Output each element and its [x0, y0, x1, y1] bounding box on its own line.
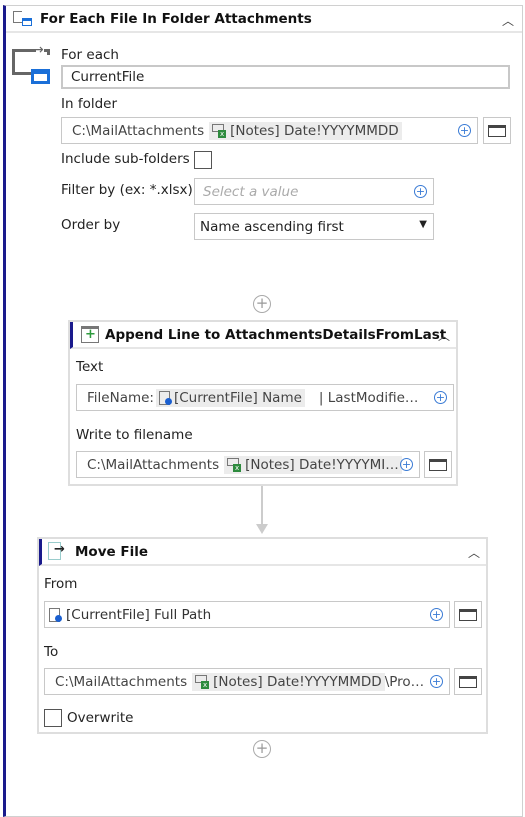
folder-icon [488, 124, 506, 137]
add-variable-icon[interactable]: + [400, 458, 413, 471]
add-action-button[interactable]: + [253, 295, 271, 313]
folder-icon [429, 458, 447, 471]
overwrite-checkbox[interactable] [44, 709, 62, 727]
loop-title: For Each File In Folder Attachments [40, 11, 312, 27]
add-variable-icon[interactable]: + [414, 185, 427, 198]
browse-from-button[interactable] [454, 601, 482, 628]
add-variable-icon[interactable]: + [430, 675, 443, 688]
browse-to-button[interactable] [454, 668, 482, 695]
in-folder-label: In folder [61, 96, 118, 112]
text-label: Text [76, 359, 104, 375]
add-variable-icon[interactable]: + [430, 608, 443, 621]
token-text: [Notes] Date!YYYYMMDD [213, 673, 382, 690]
text-token[interactable]: [CurrentFile] Name [155, 388, 305, 407]
move-file-block: → Move File ︿ From [CurrentFile] Full Pa… [37, 537, 488, 734]
move-title: Move File [75, 544, 148, 560]
from-token[interactable]: [CurrentFile] Full Path [66, 607, 211, 623]
include-subfolders-label: Include sub-folders [61, 151, 190, 167]
connector-line [261, 486, 263, 526]
excel-variable-icon [195, 674, 210, 689]
collapse-chevron-icon[interactable]: ︿ [468, 544, 480, 561]
move-file-icon: → [48, 542, 65, 560]
to-token[interactable]: [Notes] Date!YYYYMMDD [192, 672, 385, 691]
for-each-label: For each [61, 47, 119, 63]
move-header[interactable]: → Move File ︿ [39, 539, 486, 566]
folder-icon [459, 675, 477, 688]
filter-label: Filter by (ex: *.xlsx) [61, 182, 193, 198]
collapse-chevron-icon[interactable]: ︿ [438, 327, 450, 344]
folder-icon [459, 608, 477, 621]
dropdown-arrow-icon: ▼ [419, 219, 427, 230]
overwrite-label: Overwrite [67, 710, 134, 726]
token-text: [CurrentFile] Name [173, 389, 302, 406]
browse-file-button[interactable] [424, 451, 452, 478]
in-folder-prefix: C:\MailAttachments [72, 122, 205, 139]
add-variable-icon[interactable]: + [434, 391, 447, 404]
write-prefix: C:\MailAttachments [87, 456, 220, 473]
token-text: [Notes] Date!YYYYMMDD [230, 122, 399, 139]
filter-input[interactable]: Select a value + [194, 178, 434, 205]
text-prefix: FileName: [87, 389, 154, 406]
excel-variable-icon [227, 457, 242, 472]
to-input[interactable]: C:\MailAttachments [Notes] Date!YYYYMMDD… [44, 668, 450, 695]
excel-variable-icon [212, 123, 227, 138]
to-prefix: C:\MailAttachments [55, 673, 188, 690]
connector-arrow-icon [256, 524, 268, 534]
append-title: Append Line to AttachmentsDetailsFromLas… [105, 327, 447, 343]
from-label: From [44, 576, 78, 592]
append-header[interactable]: + Append Line to AttachmentsDetailsFromL… [70, 322, 456, 349]
text-input[interactable]: FileName: [CurrentFile] Name | LastModif… [76, 384, 454, 411]
to-suffix: \Pro… [384, 673, 425, 690]
append-line-icon: + [81, 326, 99, 343]
in-folder-token[interactable]: [Notes] Date!YYYYMMDD [209, 121, 402, 140]
from-input[interactable]: [CurrentFile] Full Path + [44, 601, 450, 628]
add-action-button[interactable]: + [253, 740, 271, 758]
add-variable-icon[interactable]: + [458, 124, 471, 137]
loop-header[interactable]: For Each File In Folder Attachments ︿ [6, 6, 522, 33]
append-line-block: + Append Line to AttachmentsDetailsFromL… [68, 320, 458, 486]
order-by-select[interactable]: Name ascending first ▼ [194, 213, 434, 240]
filter-placeholder: Select a value [203, 183, 299, 200]
token-text: [Notes] Date!YYYYMI… [245, 456, 399, 473]
loop-folder-icon [13, 11, 33, 27]
order-value: Name ascending first [200, 218, 344, 235]
write-filename-label: Write to filename [76, 427, 193, 443]
order-label: Order by [61, 217, 121, 233]
collapse-chevron-icon[interactable]: ︿ [502, 12, 514, 29]
for-each-folder-icon: → [10, 42, 52, 85]
for-each-variable-input[interactable]: CurrentFile [61, 65, 510, 89]
text-suffix: | LastModifie… [318, 389, 419, 406]
write-filename-input[interactable]: C:\MailAttachments [Notes] Date!YYYYMI… … [76, 451, 420, 478]
write-token[interactable]: [Notes] Date!YYYYMI… [224, 455, 402, 474]
to-label: To [44, 644, 59, 660]
file-variable-icon [49, 607, 62, 622]
in-folder-input[interactable]: C:\MailAttachments [Notes] Date!YYYYMMDD… [61, 117, 478, 144]
for-each-value: CurrentFile [71, 69, 145, 85]
file-variable-icon [158, 390, 172, 405]
include-subfolders-checkbox[interactable] [194, 151, 212, 169]
browse-folder-button[interactable] [483, 117, 511, 144]
